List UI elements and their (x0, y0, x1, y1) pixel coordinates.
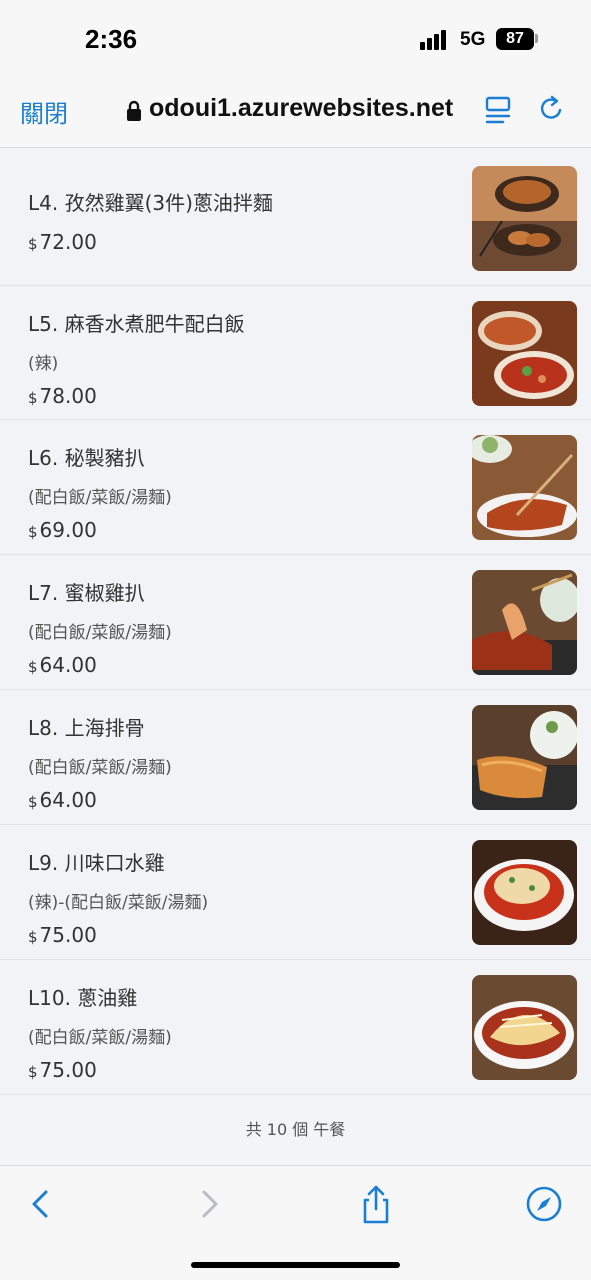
menu-item[interactable]: L7. 蜜椒雞扒 (配白飯/菜飯/湯麵) $64.00 (0, 555, 591, 690)
cellular-signal-icon (420, 30, 448, 50)
item-price: $64.00 (28, 653, 97, 677)
menu-item-text: L10. 蔥油雞 (配白飯/菜飯/湯麵) $75.00 (28, 982, 172, 1082)
item-name: L10. 蔥油雞 (28, 986, 138, 1010)
item-price: $75.00 (28, 923, 97, 947)
menu-item[interactable]: L4. 孜然雞翼(3件)蔥油拌麵 $72.00 (0, 149, 591, 286)
item-photo[interactable] (472, 705, 577, 810)
share-icon[interactable] (356, 1184, 396, 1224)
item-photo[interactable] (472, 570, 577, 675)
compass-icon[interactable] (524, 1184, 564, 1224)
menu-item[interactable]: L10. 蔥油雞 (配白飯/菜飯/湯麵) $75.00 (0, 960, 591, 1095)
network-type: 5G (460, 29, 486, 50)
item-price: $64.00 (28, 788, 97, 812)
item-photo[interactable] (472, 301, 577, 406)
item-note: (配白飯/菜飯/湯麵) (28, 488, 172, 508)
menu-item[interactable]: L9. 川味口水雞 (辣)-(配白飯/菜飯/湯麵) $75.00 (0, 825, 591, 960)
item-photo[interactable] (472, 975, 577, 1080)
item-photo[interactable] (472, 840, 577, 945)
battery-icon: 87 (496, 28, 534, 50)
browser-url-bar: 關閉 odoui1.azurewebsites.net (0, 76, 591, 148)
item-price: $69.00 (28, 518, 97, 542)
menu-item-text: L7. 蜜椒雞扒 (配白飯/菜飯/湯麵) $64.00 (28, 577, 172, 677)
home-indicator (191, 1262, 400, 1268)
status-time: 2:36 (85, 24, 138, 54)
menu-item[interactable]: L6. 秘製豬扒 (配白飯/菜飯/湯麵) $69.00 (0, 420, 591, 555)
lock-icon (127, 100, 141, 121)
chevron-left-icon[interactable] (20, 1184, 60, 1224)
item-name: L6. 秘製豬扒 (28, 446, 145, 470)
menu-item-text: L8. 上海排骨 (配白飯/菜飯/湯麵) $64.00 (28, 712, 172, 812)
url-text[interactable]: odoui1.azurewebsites.net (149, 94, 453, 123)
item-note: (配白飯/菜飯/湯麵) (28, 758, 172, 778)
item-name: L7. 蜜椒雞扒 (28, 581, 145, 605)
menu-item-text: L6. 秘製豬扒 (配白飯/菜飯/湯麵) $69.00 (28, 442, 172, 542)
item-count: 共 10 個 午餐 (245, 1120, 346, 1139)
menu-item[interactable]: L8. 上海排骨 (配白飯/菜飯/湯麵) $64.00 (0, 690, 591, 825)
menu-item[interactable]: L5. 麻香水煮肥牛配白飯 (辣) $78.00 (0, 286, 591, 420)
item-name: L4. 孜然雞翼(3件)蔥油拌麵 (28, 191, 273, 215)
item-photo[interactable] (472, 435, 577, 540)
item-name: L8. 上海排骨 (28, 716, 145, 740)
battery-tip (535, 34, 538, 43)
item-name: L9. 川味口水雞 (28, 851, 165, 875)
menu-item-text: L9. 川味口水雞 (辣)-(配白飯/菜飯/湯麵) $75.00 (28, 847, 208, 947)
item-photo[interactable] (472, 166, 577, 271)
item-price: $72.00 (28, 230, 97, 254)
item-price: $75.00 (28, 1058, 97, 1082)
item-price: $78.00 (28, 384, 97, 408)
menu-item-text: L5. 麻香水煮肥牛配白飯 (辣) $78.00 (28, 308, 245, 408)
close-button[interactable]: 關閉 (20, 94, 68, 129)
menu-item-text: L4. 孜然雞翼(3件)蔥油拌麵 $72.00 (28, 187, 273, 254)
item-note: (辣) (28, 354, 59, 374)
reader-mode-icon[interactable] (485, 96, 511, 124)
chevron-right-icon[interactable] (190, 1184, 230, 1224)
item-name: L5. 麻香水煮肥牛配白飯 (28, 312, 245, 336)
status-bar: 2:36 5G 87 (0, 0, 591, 76)
item-note: (辣)-(配白飯/菜飯/湯麵) (28, 893, 209, 913)
reload-icon[interactable] (538, 94, 566, 124)
item-note: (配白飯/菜飯/湯麵) (28, 1028, 172, 1048)
menu-list: L4. 孜然雞翼(3件)蔥油拌麵 $72.00 L5. 麻香水煮肥牛配白飯 (辣… (0, 149, 591, 1095)
item-note: (配白飯/菜飯/湯麵) (28, 623, 172, 643)
